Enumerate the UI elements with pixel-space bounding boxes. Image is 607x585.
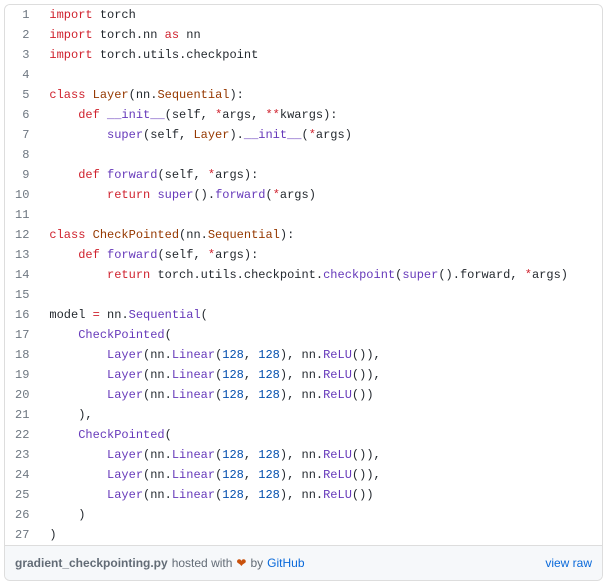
line-code[interactable]: model = nn.Sequential(: [39, 305, 602, 325]
hosted-text: hosted with: [172, 556, 233, 570]
line-number[interactable]: 22: [5, 425, 39, 445]
line-number[interactable]: 6: [5, 105, 39, 125]
line-number[interactable]: 9: [5, 165, 39, 185]
code-row: 4: [5, 65, 602, 85]
github-link[interactable]: GitHub: [267, 556, 304, 570]
gist-container: 1import torch2import torch.nn as nn3impo…: [4, 4, 603, 581]
heart-icon: ❤: [236, 556, 246, 570]
code-row: 8: [5, 145, 602, 165]
code-row: 9 def forward(self, *args):: [5, 165, 602, 185]
code-row: 10 return super().forward(*args): [5, 185, 602, 205]
line-number[interactable]: 27: [5, 525, 39, 545]
line-code[interactable]: Layer(nn.Linear(128, 128), nn.ReLU()),: [39, 365, 602, 385]
line-number[interactable]: 24: [5, 465, 39, 485]
filename-link[interactable]: gradient_checkpointing.py: [15, 556, 168, 570]
code-row: 26 ): [5, 505, 602, 525]
code-row: 12class CheckPointed(nn.Sequential):: [5, 225, 602, 245]
line-code[interactable]: import torch: [39, 5, 602, 25]
line-code[interactable]: CheckPointed(: [39, 425, 602, 445]
line-code[interactable]: def forward(self, *args):: [39, 245, 602, 265]
line-number[interactable]: 8: [5, 145, 39, 165]
line-code[interactable]: Layer(nn.Linear(128, 128), nn.ReLU()),: [39, 345, 602, 365]
line-code[interactable]: [39, 205, 602, 225]
line-code[interactable]: def __init__(self, *args, **kwargs):: [39, 105, 602, 125]
code-row: 22 CheckPointed(: [5, 425, 602, 445]
line-code[interactable]: return torch.utils.checkpoint.checkpoint…: [39, 265, 602, 285]
line-code[interactable]: ): [39, 525, 602, 545]
line-code[interactable]: import torch.utils.checkpoint: [39, 45, 602, 65]
line-code[interactable]: class Layer(nn.Sequential):: [39, 85, 602, 105]
code-tbody: 1import torch2import torch.nn as nn3impo…: [5, 5, 602, 545]
line-code[interactable]: Layer(nn.Linear(128, 128), nn.ReLU()): [39, 485, 602, 505]
line-number[interactable]: 13: [5, 245, 39, 265]
line-code[interactable]: [39, 65, 602, 85]
line-number[interactable]: 11: [5, 205, 39, 225]
code-row: 14 return torch.utils.checkpoint.checkpo…: [5, 265, 602, 285]
line-number[interactable]: 10: [5, 185, 39, 205]
line-number[interactable]: 1: [5, 5, 39, 25]
line-number[interactable]: 7: [5, 125, 39, 145]
meta-left: gradient_checkpointing.py hosted with ❤ …: [15, 556, 305, 570]
line-number[interactable]: 5: [5, 85, 39, 105]
line-code[interactable]: ),: [39, 405, 602, 425]
code-row: 24 Layer(nn.Linear(128, 128), nn.ReLU())…: [5, 465, 602, 485]
line-code[interactable]: Layer(nn.Linear(128, 128), nn.ReLU()): [39, 385, 602, 405]
line-code[interactable]: return super().forward(*args): [39, 185, 602, 205]
line-code[interactable]: Layer(nn.Linear(128, 128), nn.ReLU()),: [39, 465, 602, 485]
line-number[interactable]: 3: [5, 45, 39, 65]
code-row: 21 ),: [5, 405, 602, 425]
line-number[interactable]: 21: [5, 405, 39, 425]
line-code[interactable]: import torch.nn as nn: [39, 25, 602, 45]
line-number[interactable]: 4: [5, 65, 39, 85]
line-number[interactable]: 16: [5, 305, 39, 325]
code-row: 2import torch.nn as nn: [5, 25, 602, 45]
line-number[interactable]: 2: [5, 25, 39, 45]
line-number[interactable]: 20: [5, 385, 39, 405]
code-row: 20 Layer(nn.Linear(128, 128), nn.ReLU()): [5, 385, 602, 405]
line-number[interactable]: 15: [5, 285, 39, 305]
code-row: 11: [5, 205, 602, 225]
line-code[interactable]: def forward(self, *args):: [39, 165, 602, 185]
code-row: 17 CheckPointed(: [5, 325, 602, 345]
code-row: 7 super(self, Layer).__init__(*args): [5, 125, 602, 145]
line-number[interactable]: 26: [5, 505, 39, 525]
code-row: 19 Layer(nn.Linear(128, 128), nn.ReLU())…: [5, 365, 602, 385]
code-table: 1import torch2import torch.nn as nn3impo…: [5, 5, 602, 545]
code-row: 13 def forward(self, *args):: [5, 245, 602, 265]
code-row: 18 Layer(nn.Linear(128, 128), nn.ReLU())…: [5, 345, 602, 365]
line-code[interactable]: class CheckPointed(nn.Sequential):: [39, 225, 602, 245]
code-row: 23 Layer(nn.Linear(128, 128), nn.ReLU())…: [5, 445, 602, 465]
line-code[interactable]: super(self, Layer).__init__(*args): [39, 125, 602, 145]
code-row: 15: [5, 285, 602, 305]
line-code[interactable]: CheckPointed(: [39, 325, 602, 345]
view-raw-link[interactable]: view raw: [545, 556, 592, 570]
gist-meta: gradient_checkpointing.py hosted with ❤ …: [5, 545, 602, 580]
line-number[interactable]: 12: [5, 225, 39, 245]
line-code[interactable]: [39, 145, 602, 165]
line-number[interactable]: 25: [5, 485, 39, 505]
line-number[interactable]: 23: [5, 445, 39, 465]
line-number[interactable]: 18: [5, 345, 39, 365]
line-code[interactable]: ): [39, 505, 602, 525]
code-row: 25 Layer(nn.Linear(128, 128), nn.ReLU()): [5, 485, 602, 505]
code-row: 27): [5, 525, 602, 545]
line-code[interactable]: Layer(nn.Linear(128, 128), nn.ReLU()),: [39, 445, 602, 465]
line-code[interactable]: [39, 285, 602, 305]
code-area: 1import torch2import torch.nn as nn3impo…: [5, 5, 602, 545]
code-row: 1import torch: [5, 5, 602, 25]
code-row: 16model = nn.Sequential(: [5, 305, 602, 325]
line-number[interactable]: 19: [5, 365, 39, 385]
code-row: 6 def __init__(self, *args, **kwargs):: [5, 105, 602, 125]
line-number[interactable]: 17: [5, 325, 39, 345]
code-row: 5class Layer(nn.Sequential):: [5, 85, 602, 105]
code-row: 3import torch.utils.checkpoint: [5, 45, 602, 65]
by-text: by: [250, 556, 263, 570]
line-number[interactable]: 14: [5, 265, 39, 285]
